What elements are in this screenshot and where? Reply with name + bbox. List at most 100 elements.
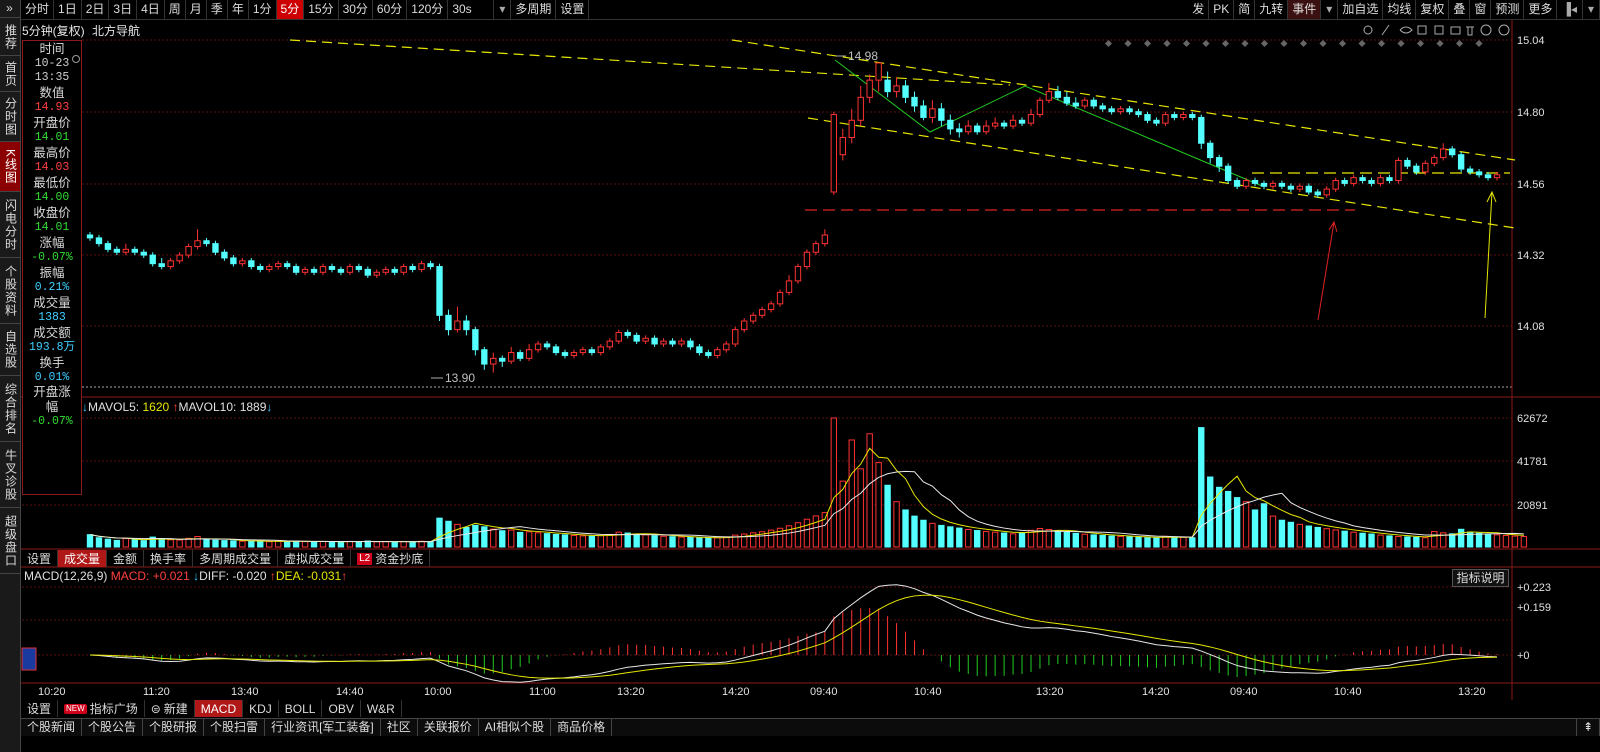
candle-body <box>1305 185 1312 193</box>
volume-bar <box>803 518 811 548</box>
news-tab-related-quotes[interactable]: 关联报价 <box>418 719 479 736</box>
candle-body <box>830 114 838 193</box>
news-tab-risk-scan[interactable]: 个股扫雷 <box>204 719 266 736</box>
news-tab-ai-similar[interactable]: AI相似个股 <box>479 719 552 736</box>
candle-body <box>687 340 694 348</box>
news-tab-stock-news[interactable]: 个股新闻 <box>21 719 83 736</box>
vol-ma10-value: 1889 <box>239 400 267 414</box>
indic-tab-settings[interactable]: 设置 <box>21 700 59 717</box>
time-tick: 13:40 <box>231 686 259 698</box>
indic-tab-wr[interactable]: W&R <box>361 700 402 717</box>
volume-legend: ↓MAVOL5: 1620 ↑MAVOL10: 1889↓ <box>82 400 273 414</box>
vol-tab-virtual[interactable]: 虚拟成交量 <box>278 550 352 567</box>
kline-chart[interactable]: 14.98 13.90 15.04 14.80 14.56 14.32 14.0… <box>0 0 1600 752</box>
vol-tab-fund-bottom[interactable]: L2 资金抄底 <box>351 550 431 567</box>
vol-tab-multi-period[interactable]: 多周期成交量 <box>193 550 279 567</box>
volume-bar <box>1422 537 1429 548</box>
volume-bar <box>1386 535 1393 548</box>
volume-bar <box>588 535 596 548</box>
volume-bar <box>1457 528 1465 548</box>
new-badge: NEW <box>64 703 87 714</box>
candle-body <box>391 268 398 273</box>
candle-body <box>642 337 649 342</box>
volume-bar <box>427 541 434 548</box>
volume-bar <box>920 519 927 548</box>
volume-bar <box>1377 534 1384 548</box>
volume-bar <box>400 540 407 548</box>
time-tick: 14:40 <box>336 686 364 698</box>
vol-tab-volume[interactable]: 成交量 <box>58 550 108 567</box>
volume-bar <box>1251 509 1259 548</box>
news-tab-research[interactable]: 个股研报 <box>143 719 205 736</box>
candle-body <box>1054 91 1062 98</box>
news-tab-industry[interactable]: 行业资讯[军工装备] <box>265 719 381 736</box>
volume-bar <box>660 535 667 548</box>
info-value: 1383 <box>38 311 66 324</box>
indic-tab-new[interactable]: ⊜ 新建 <box>145 700 195 717</box>
candle-body <box>866 79 873 98</box>
volume-bar <box>337 541 345 548</box>
candle-body <box>1323 188 1330 196</box>
info-value: 0.21% <box>34 281 70 294</box>
candle-body <box>776 291 784 305</box>
time-tick: 10:40 <box>1334 686 1362 698</box>
time-tick: 13:20 <box>1458 686 1486 698</box>
candle-body <box>1117 108 1124 113</box>
vol-ma10-label: MAVOL10: <box>178 400 237 414</box>
candle-body <box>499 357 506 362</box>
indic-tab-kdj[interactable]: KDJ <box>243 700 279 717</box>
indic-tab-square[interactable]: NEW 指标广场 <box>58 700 145 717</box>
event-marker <box>1202 39 1210 48</box>
vol-tab-settings[interactable]: 设置 <box>21 550 59 567</box>
indic-tab-macd[interactable]: MACD <box>194 700 244 717</box>
volume-bar <box>1072 532 1079 548</box>
candle-body <box>947 119 954 130</box>
vol-tab-turnover[interactable]: 换手率 <box>144 550 194 567</box>
volume-bar <box>884 484 891 548</box>
candle-body <box>490 357 497 365</box>
candle-body <box>1090 99 1097 107</box>
volume-bar <box>1502 534 1510 548</box>
event-markers <box>1104 39 1483 48</box>
volume-bar <box>570 534 578 548</box>
candle-body <box>669 340 676 345</box>
time-axis: 10:20 11:20 13:40 14:40 10:00 11:00 13:20 14:20… <box>38 686 1486 698</box>
volume-bar <box>714 537 721 548</box>
trash-icon <box>1466 26 1474 36</box>
candle-body <box>965 125 972 133</box>
chart-tools-icons <box>1363 24 1510 36</box>
news-tab-announcements[interactable]: 个股公告 <box>82 719 144 736</box>
candle-body <box>1081 99 1088 107</box>
volume-bar <box>176 539 183 548</box>
event-marker <box>1416 39 1425 48</box>
candle-body <box>283 263 291 268</box>
candle-body <box>1431 157 1438 164</box>
candle-body <box>1296 185 1304 190</box>
candle-body <box>1395 159 1402 182</box>
candle-body <box>1072 102 1079 107</box>
news-tab-commodity[interactable]: 商品价格 <box>551 719 613 736</box>
expand-up-icon[interactable]: ⇞ <box>1575 719 1600 736</box>
candle-body <box>266 266 273 270</box>
volume-bar <box>902 509 909 548</box>
info-label: 开盘涨幅 <box>33 385 71 414</box>
zoom-in-icon <box>1480 24 1492 36</box>
indic-tab-boll[interactable]: BOLL <box>279 700 323 717</box>
time-tick: 11:00 <box>529 686 556 698</box>
news-tab-community[interactable]: 社区 <box>381 719 418 736</box>
time-tick: 14:20 <box>1142 686 1170 698</box>
time-tick: 09:40 <box>1230 686 1258 698</box>
volume-bar <box>1045 529 1053 548</box>
info-label: 最高价 <box>33 146 71 160</box>
vol-tab-amount[interactable]: 金额 <box>107 550 145 567</box>
candle-body <box>758 309 766 316</box>
window-icon <box>1434 25 1444 35</box>
candle-body <box>382 268 389 273</box>
indicator-help-button[interactable]: 指标说明 <box>1452 569 1509 587</box>
volume-bar <box>167 539 174 548</box>
info-settings-icon[interactable] <box>71 54 81 64</box>
candle-body <box>275 263 282 268</box>
candle-body <box>749 314 757 322</box>
indic-tab-obv[interactable]: OBV <box>322 700 361 717</box>
candle-body <box>1207 142 1214 159</box>
